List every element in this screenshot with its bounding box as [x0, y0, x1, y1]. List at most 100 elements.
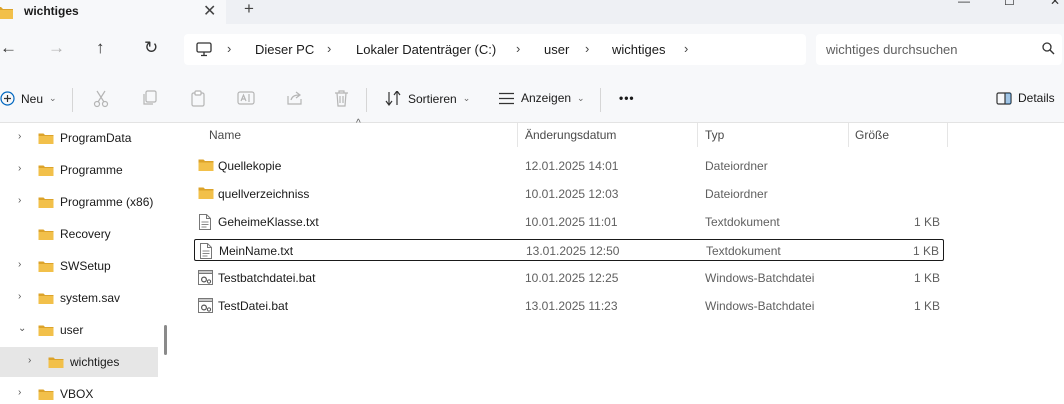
- sidebar-item-label: Recovery: [60, 227, 111, 241]
- delete-icon[interactable]: [334, 90, 349, 110]
- sidebar-item-label: system.sav: [60, 291, 121, 305]
- details-pane-button[interactable]: Details: [996, 91, 1055, 105]
- forward-button[interactable]: →: [48, 38, 65, 58]
- breadcrumb-user[interactable]: user: [544, 42, 569, 57]
- folder-icon: [38, 292, 54, 308]
- breadcrumb-dieser-pc[interactable]: Dieser PC: [255, 42, 314, 57]
- column-header-name[interactable]: Name: [209, 128, 241, 142]
- share-icon[interactable]: [286, 90, 303, 109]
- breadcrumb-chevron-icon[interactable]: ›: [227, 41, 231, 56]
- sort-button-label: Sortieren: [408, 91, 457, 106]
- sidebar-item-programme-x86[interactable]: › Programme (x86): [0, 187, 158, 217]
- sidebar-item-wichtiges[interactable]: › wichtiges: [0, 347, 158, 377]
- breadcrumb-drive-c[interactable]: Lokaler Datenträger (C:): [356, 42, 496, 57]
- column-divider[interactable]: [947, 123, 948, 147]
- sidebar-item-user[interactable]: ⌄ user: [0, 315, 158, 345]
- address-row: ← → ↑ ↻ › Dieser PC › Lokaler Datenträge…: [0, 24, 1064, 76]
- maximize-button[interactable]: ☐: [1004, 0, 1015, 8]
- chevron-down-icon[interactable]: ⌄: [18, 323, 26, 334]
- search-input[interactable]: [826, 40, 1026, 58]
- file-row[interactable]: MeinName.txt 13.01.2025 12:50 Textdokument…: [194, 239, 944, 261]
- column-header-type[interactable]: Typ: [705, 128, 724, 142]
- up-button[interactable]: ↑: [96, 38, 105, 58]
- file-size: 1 KB: [913, 271, 940, 285]
- view-button[interactable]: Anzeigen ⌄: [498, 91, 585, 105]
- toolbar-divider: [366, 88, 367, 112]
- rename-icon[interactable]: [237, 90, 255, 109]
- batch-file-icon: [198, 298, 213, 316]
- tab-close-icon[interactable]: ✕: [203, 1, 216, 21]
- file-type: Windows-Batchdatei: [705, 271, 815, 285]
- more-options-button[interactable]: •••: [619, 91, 635, 105]
- sidebar-item-programme[interactable]: › Programme: [0, 155, 158, 185]
- file-row[interactable]: quellverzeichniss 10.01.2025 12:03 Dateior…: [194, 183, 944, 205]
- sidebar-item-vbox[interactable]: › VBOX: [0, 379, 158, 404]
- file-type: Dateiordner: [705, 187, 768, 201]
- navigation-pane-scrollbar[interactable]: [164, 325, 167, 355]
- sort-ascending-icon: ^: [356, 118, 361, 129]
- view-list-icon: [499, 92, 514, 104]
- breadcrumb-chevron-icon[interactable]: ›: [516, 41, 520, 56]
- cut-icon[interactable]: [93, 90, 109, 111]
- column-header-date[interactable]: Änderungsdatum: [525, 128, 616, 142]
- chevron-right-icon[interactable]: ›: [18, 131, 21, 142]
- copy-icon[interactable]: [142, 90, 158, 109]
- column-divider[interactable]: [517, 123, 518, 147]
- chevron-right-icon[interactable]: ›: [18, 291, 21, 302]
- file-type: Dateiordner: [705, 159, 768, 173]
- sidebar-item-swsetup[interactable]: › SWSetup: [0, 251, 158, 281]
- file-type: Windows-Batchdatei: [705, 299, 815, 313]
- sort-button[interactable]: Sortieren ⌄: [385, 91, 470, 106]
- file-name: TestDatei.bat: [218, 299, 289, 313]
- search-icon[interactable]: [1042, 42, 1055, 58]
- folder-icon: [38, 324, 54, 340]
- file-name: quellverzeichniss: [218, 187, 310, 201]
- sidebar-item-label: user: [60, 323, 84, 337]
- folder-icon: [48, 356, 64, 372]
- chevron-right-icon[interactable]: ›: [18, 387, 21, 398]
- chevron-right-icon[interactable]: ›: [28, 355, 31, 366]
- file-modified-date: 10.01.2025 12:03: [525, 187, 619, 201]
- new-tab-button[interactable]: +: [244, 0, 254, 19]
- breadcrumb-chevron-icon[interactable]: ›: [327, 41, 331, 56]
- folder-icon: [38, 164, 54, 180]
- folder-icon: [38, 260, 54, 276]
- breadcrumb-wichtiges[interactable]: wichtiges: [612, 42, 665, 57]
- file-row[interactable]: GeheimeKlasse.txt 10.01.2025 11:01 Textdok…: [194, 211, 944, 233]
- file-modified-date: 12.01.2025 14:01: [525, 159, 619, 173]
- sidebar-item-programdata[interactable]: › ProgramData: [0, 123, 158, 153]
- breadcrumb-chevron-icon[interactable]: ›: [585, 41, 589, 56]
- sidebar-item-system-sav[interactable]: › system.sav: [0, 283, 158, 313]
- file-name: Testbatchdatei.bat: [218, 271, 316, 285]
- close-window-button[interactable]: ✕: [1050, 0, 1060, 8]
- sidebar-item-recovery[interactable]: Recovery: [0, 219, 158, 249]
- folder-icon: [38, 132, 54, 148]
- file-row[interactable]: Testbatchdatei.bat 10.01.2025 12:25 Window…: [194, 267, 944, 289]
- tab-wichtiges[interactable]: wichtiges ✕: [0, 0, 226, 24]
- minimize-button[interactable]: —: [958, 0, 970, 8]
- sidebar-item-label: ProgramData: [60, 131, 132, 145]
- tab-title: wichtiges: [24, 4, 79, 18]
- address-bar[interactable]: › Dieser PC › Lokaler Datenträger (C:) ›…: [184, 34, 806, 65]
- back-button[interactable]: ←: [0, 38, 17, 58]
- details-pane-icon: [996, 91, 1012, 105]
- column-divider[interactable]: [848, 123, 849, 147]
- breadcrumb-chevron-icon[interactable]: ›: [684, 41, 688, 56]
- column-divider[interactable]: [697, 123, 698, 147]
- chevron-right-icon[interactable]: ›: [18, 195, 21, 206]
- more-options-icon: •••: [619, 91, 635, 105]
- file-modified-date: 10.01.2025 11:01: [525, 215, 618, 229]
- file-row[interactable]: TestDatei.bat 13.01.2025 11:23 Windows-Bat…: [194, 295, 944, 317]
- refresh-button[interactable]: ↻: [144, 38, 158, 58]
- chevron-right-icon[interactable]: ›: [18, 259, 21, 270]
- file-modified-date: 10.01.2025 12:25: [525, 271, 619, 285]
- chevron-right-icon[interactable]: ›: [18, 163, 21, 174]
- column-header-size[interactable]: Größe: [855, 128, 889, 142]
- new-button[interactable]: Neu ⌄: [0, 91, 57, 106]
- view-button-label: Anzeigen: [521, 91, 572, 105]
- file-row[interactable]: Quellekopie 12.01.2025 14:01 Dateiordner: [194, 155, 944, 177]
- paste-icon[interactable]: [190, 90, 206, 110]
- file-modified-date: 13.01.2025 11:23: [525, 299, 618, 313]
- file-name: GeheimeKlasse.txt: [218, 215, 319, 229]
- new-button-label: Neu: [21, 91, 44, 106]
